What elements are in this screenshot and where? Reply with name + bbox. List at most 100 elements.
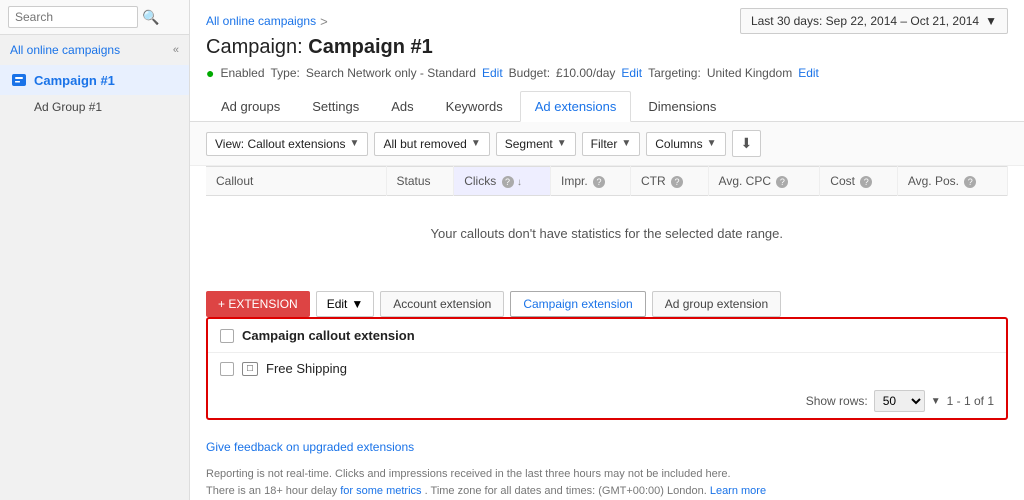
status-text: Enabled: [220, 66, 264, 80]
type-edit-link[interactable]: Edit: [482, 66, 503, 80]
ext-tab-adgroup[interactable]: Ad group extension: [652, 291, 781, 317]
no-data-row: Your callouts don't have statistics for …: [206, 196, 1008, 272]
col-impr: Impr. ?: [551, 167, 631, 196]
view-label: View: Callout extensions: [215, 137, 346, 151]
columns-arrow-icon: ▼: [707, 138, 717, 149]
ext-tab-campaign[interactable]: Campaign extension: [510, 291, 645, 317]
tab-dimensions[interactable]: Dimensions: [633, 91, 731, 121]
rows-select[interactable]: 50 100 250: [874, 390, 925, 412]
edit-extension-button[interactable]: Edit ▼: [316, 291, 375, 317]
footer-line2-prefix: There is an 18+ hour delay: [206, 485, 337, 497]
columns-dropdown[interactable]: Columns ▼: [646, 132, 725, 156]
targeting-value: United Kingdom: [707, 66, 792, 80]
removed-arrow-icon: ▼: [471, 138, 481, 149]
date-picker[interactable]: Last 30 days: Sep 22, 2014 – Oct 21, 201…: [740, 8, 1008, 34]
sidebar: 🔍 All online campaigns « Campaign #1 Ad …: [0, 0, 190, 500]
topbar: All online campaigns > Last 30 days: Sep…: [190, 0, 1024, 34]
ext-tab-campaign-label: Campaign extension: [523, 297, 632, 311]
columns-label: Columns: [655, 137, 702, 151]
ext-tab-adgroup-label: Ad group extension: [665, 297, 768, 311]
footer-learn-more-link[interactable]: Learn more: [710, 485, 766, 497]
ext-tab-account-label: Account extension: [393, 297, 491, 311]
col-cost: Cost ?: [820, 167, 898, 196]
targeting-edit-link[interactable]: Edit: [798, 66, 819, 80]
breadcrumb[interactable]: All online campaigns >: [206, 14, 332, 29]
date-arrow-icon: ▼: [985, 14, 997, 28]
all-campaigns-label: All online campaigns: [10, 43, 120, 57]
edit-label: Edit: [327, 297, 348, 311]
group-checkbox[interactable]: [220, 329, 234, 343]
tab-ad-groups[interactable]: Ad groups: [206, 91, 295, 121]
search-input[interactable]: [8, 6, 138, 28]
chevron-down-icon: ▼: [931, 396, 941, 407]
footer-some-metrics-link[interactable]: for some metrics: [340, 485, 421, 497]
filter-dropdown[interactable]: Filter ▼: [582, 132, 641, 156]
removed-label: All but removed: [383, 137, 466, 151]
breadcrumb-link[interactable]: All online campaigns: [206, 14, 316, 28]
status-dot: ●: [206, 65, 214, 81]
avg-pos-help-icon: ?: [964, 176, 976, 188]
tab-ad-extensions[interactable]: Ad extensions: [520, 91, 632, 122]
view-arrow-icon: ▼: [350, 138, 360, 149]
download-button[interactable]: ⬇: [732, 130, 762, 157]
segment-dropdown[interactable]: Segment ▼: [496, 132, 576, 156]
extension-section: + EXTENSION Edit ▼ Account extension Cam…: [190, 279, 1024, 432]
budget-label: Budget:: [509, 66, 550, 80]
ext-tab-account[interactable]: Account extension: [380, 291, 504, 317]
ext-item-free-shipping[interactable]: ☐ Free Shipping: [208, 353, 1006, 384]
item-label: Free Shipping: [266, 361, 347, 376]
removed-dropdown[interactable]: All but removed ▼: [374, 132, 489, 156]
sidebar-item-campaign[interactable]: Campaign #1: [0, 65, 189, 95]
main-tabs: Ad groups Settings Ads Keywords Ad exten…: [190, 91, 1024, 122]
campaign-label: Campaign #1: [34, 73, 115, 88]
view-dropdown[interactable]: View: Callout extensions ▼: [206, 132, 368, 156]
status-bar: ● Enabled Type: Search Network only - St…: [190, 59, 1024, 87]
campaign-prefix: Campaign:: [206, 36, 303, 58]
cost-help-icon: ?: [860, 176, 872, 188]
ctr-help-icon: ?: [671, 176, 683, 188]
add-extension-label: + EXTENSION: [218, 297, 298, 311]
budget-value: £10.00/day: [556, 66, 615, 80]
footer-line2: There is an 18+ hour delay for some metr…: [206, 483, 1008, 500]
callouts-table: Callout Status Clicks ? ↓ Impr. ? CTR ? …: [206, 166, 1008, 271]
filter-arrow-icon: ▼: [621, 138, 631, 149]
all-campaigns-link[interactable]: All online campaigns «: [0, 35, 189, 65]
no-data-message: Your callouts don't have statistics for …: [206, 196, 1008, 272]
campaign-icon: [10, 71, 28, 89]
col-ctr: CTR ?: [631, 167, 709, 196]
sidebar-item-adgroup[interactable]: Ad Group #1: [0, 95, 189, 119]
footer-line2-suffix: . Time zone for all dates and times: (GM…: [425, 485, 707, 497]
search-icon: 🔍: [142, 9, 159, 26]
breadcrumb-arrow: >: [320, 14, 328, 29]
segment-label: Segment: [505, 137, 553, 151]
col-avg-pos: Avg. Pos. ?: [897, 167, 1007, 196]
budget-edit-link[interactable]: Edit: [621, 66, 642, 80]
pagination-row: Show rows: 50 100 250 ▼ 1 - 1 of 1: [208, 384, 1006, 418]
show-rows-label: Show rows:: [806, 394, 868, 408]
segment-arrow-icon: ▼: [557, 138, 567, 149]
ext-toolbar: + EXTENSION Edit ▼ Account extension Cam…: [206, 291, 1008, 317]
feedback-link[interactable]: Give feedback on upgraded extensions: [206, 440, 414, 454]
avg-cpc-help-icon: ?: [776, 176, 788, 188]
type-value: Search Network only - Standard: [306, 66, 476, 80]
campaign-title: Campaign: Campaign #1: [190, 36, 1024, 59]
ext-group-header: Campaign callout extension: [208, 319, 1006, 353]
footer-note: Reporting is not real-time. Clicks and i…: [190, 462, 1024, 500]
toolbar: View: Callout extensions ▼ All but remov…: [190, 122, 1024, 166]
tab-keywords[interactable]: Keywords: [431, 91, 518, 121]
targeting-label: Targeting:: [648, 66, 701, 80]
feedback-section: Give feedback on upgraded extensions: [190, 432, 1024, 462]
impr-help-icon: ?: [593, 176, 605, 188]
item-checkbox[interactable]: [220, 362, 234, 376]
col-clicks[interactable]: Clicks ? ↓: [454, 167, 551, 196]
callout-icon: ☐: [242, 362, 258, 376]
edit-arrow-icon: ▼: [351, 297, 363, 311]
tab-settings[interactable]: Settings: [297, 91, 374, 121]
extension-list: Campaign callout extension ☐ Free Shippi…: [206, 317, 1008, 420]
pagination-text: 1 - 1 of 1: [947, 394, 994, 408]
group-header-label: Campaign callout extension: [242, 328, 415, 343]
collapse-icon: «: [173, 44, 179, 56]
tab-ads[interactable]: Ads: [376, 91, 428, 121]
sidebar-search-bar[interactable]: 🔍: [0, 0, 189, 35]
add-extension-button[interactable]: + EXTENSION: [206, 291, 310, 317]
